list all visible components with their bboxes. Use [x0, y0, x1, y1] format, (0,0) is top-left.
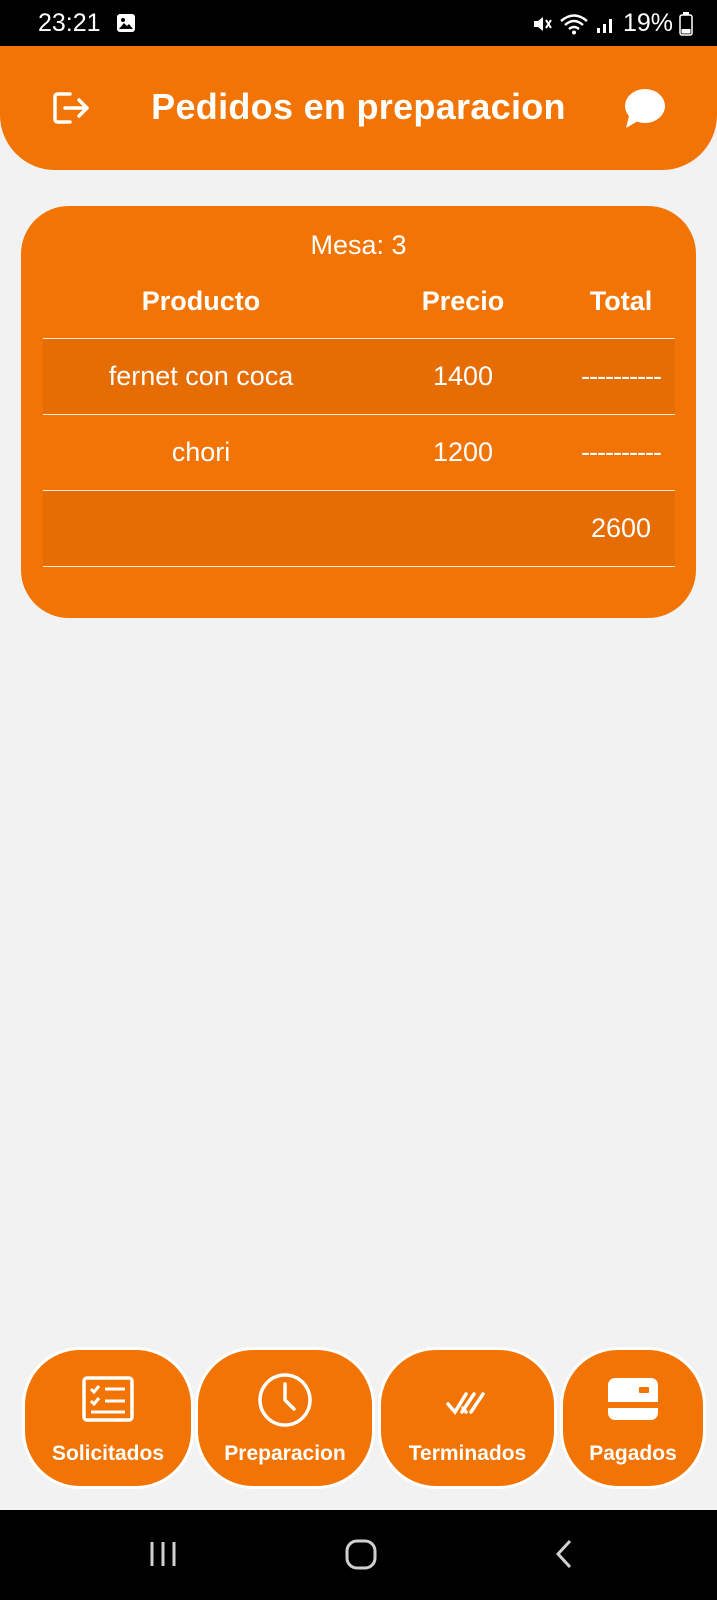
payment-card-icon	[608, 1378, 658, 1420]
order-card: Mesa: 3 Producto Precio Total fernet con…	[21, 206, 696, 618]
nav-label: Pagados	[589, 1442, 677, 1465]
clock-icon	[258, 1373, 312, 1427]
back-icon[interactable]	[552, 1538, 576, 1570]
chat-icon[interactable]	[623, 86, 667, 130]
nav-button-terminados[interactable]: Terminados	[378, 1347, 557, 1489]
nav-button-solicitados[interactable]: Solicitados	[22, 1347, 194, 1489]
home-icon[interactable]	[344, 1538, 378, 1570]
mute-icon	[533, 16, 552, 31]
nav-button-preparacion[interactable]: Preparacion	[195, 1347, 375, 1489]
row-price: 1400	[432, 361, 494, 391]
row-total: ----------	[581, 437, 662, 467]
signal-icon	[596, 18, 612, 33]
recent-apps-icon[interactable]	[148, 1538, 178, 1570]
column-header-total: Total	[589, 286, 653, 316]
nav-label: Terminados	[408, 1442, 527, 1465]
table-row: fernet con coca 1400 ----------	[43, 338, 675, 414]
system-navigation-bar	[0, 1510, 717, 1600]
page-title: Pedidos en preparacion	[151, 86, 566, 127]
wifi-icon	[560, 13, 588, 34]
gallery-icon	[117, 14, 135, 32]
nav-button-pagados[interactable]: Pagados	[560, 1347, 706, 1489]
row-total: ----------	[581, 361, 662, 391]
status-bar: 23:21 19%	[0, 0, 717, 46]
nav-label: Solicitados	[51, 1442, 165, 1465]
row-product: fernet con coca	[108, 361, 294, 391]
row-price: 1200	[432, 437, 494, 467]
status-time: 23:21	[38, 9, 101, 37]
total-row: 2600	[43, 490, 675, 566]
checklist-icon	[82, 1376, 134, 1422]
column-header-product: Producto	[141, 286, 261, 316]
battery-percentage: 19%	[622, 9, 673, 37]
table-number: Mesa: 3	[310, 230, 407, 260]
app-header: Pedidos en preparacion	[0, 46, 717, 170]
nav-label: Preparacion	[224, 1442, 346, 1465]
column-header-price: Precio	[421, 286, 505, 316]
double-check-icon	[445, 1392, 485, 1415]
battery-icon	[679, 11, 693, 36]
row-product: chori	[171, 437, 231, 467]
divider	[43, 566, 675, 567]
table-row: chori 1200 ----------	[43, 414, 675, 490]
order-total: 2600	[590, 513, 652, 543]
